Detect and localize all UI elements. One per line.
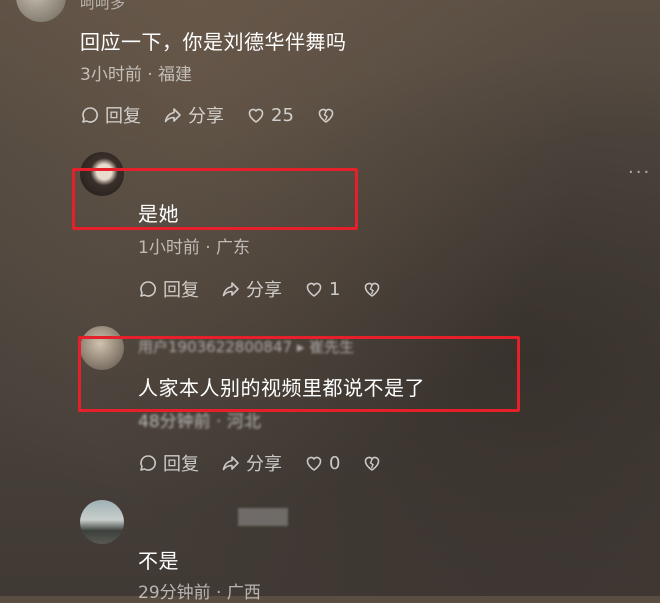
comment-location: 广西 — [226, 583, 261, 603]
comment-time: 29分钟前 — [138, 583, 211, 603]
avatar[interactable] — [80, 500, 124, 544]
comment-text: 不是 — [138, 549, 179, 573]
meta-separator: · — [210, 583, 227, 603]
comment-meta: 29分钟前 · 广西 — [138, 578, 261, 603]
username-redaction — [238, 508, 288, 526]
comment-4: 不是 29分钟前 · 广西 — [0, 0, 660, 603]
